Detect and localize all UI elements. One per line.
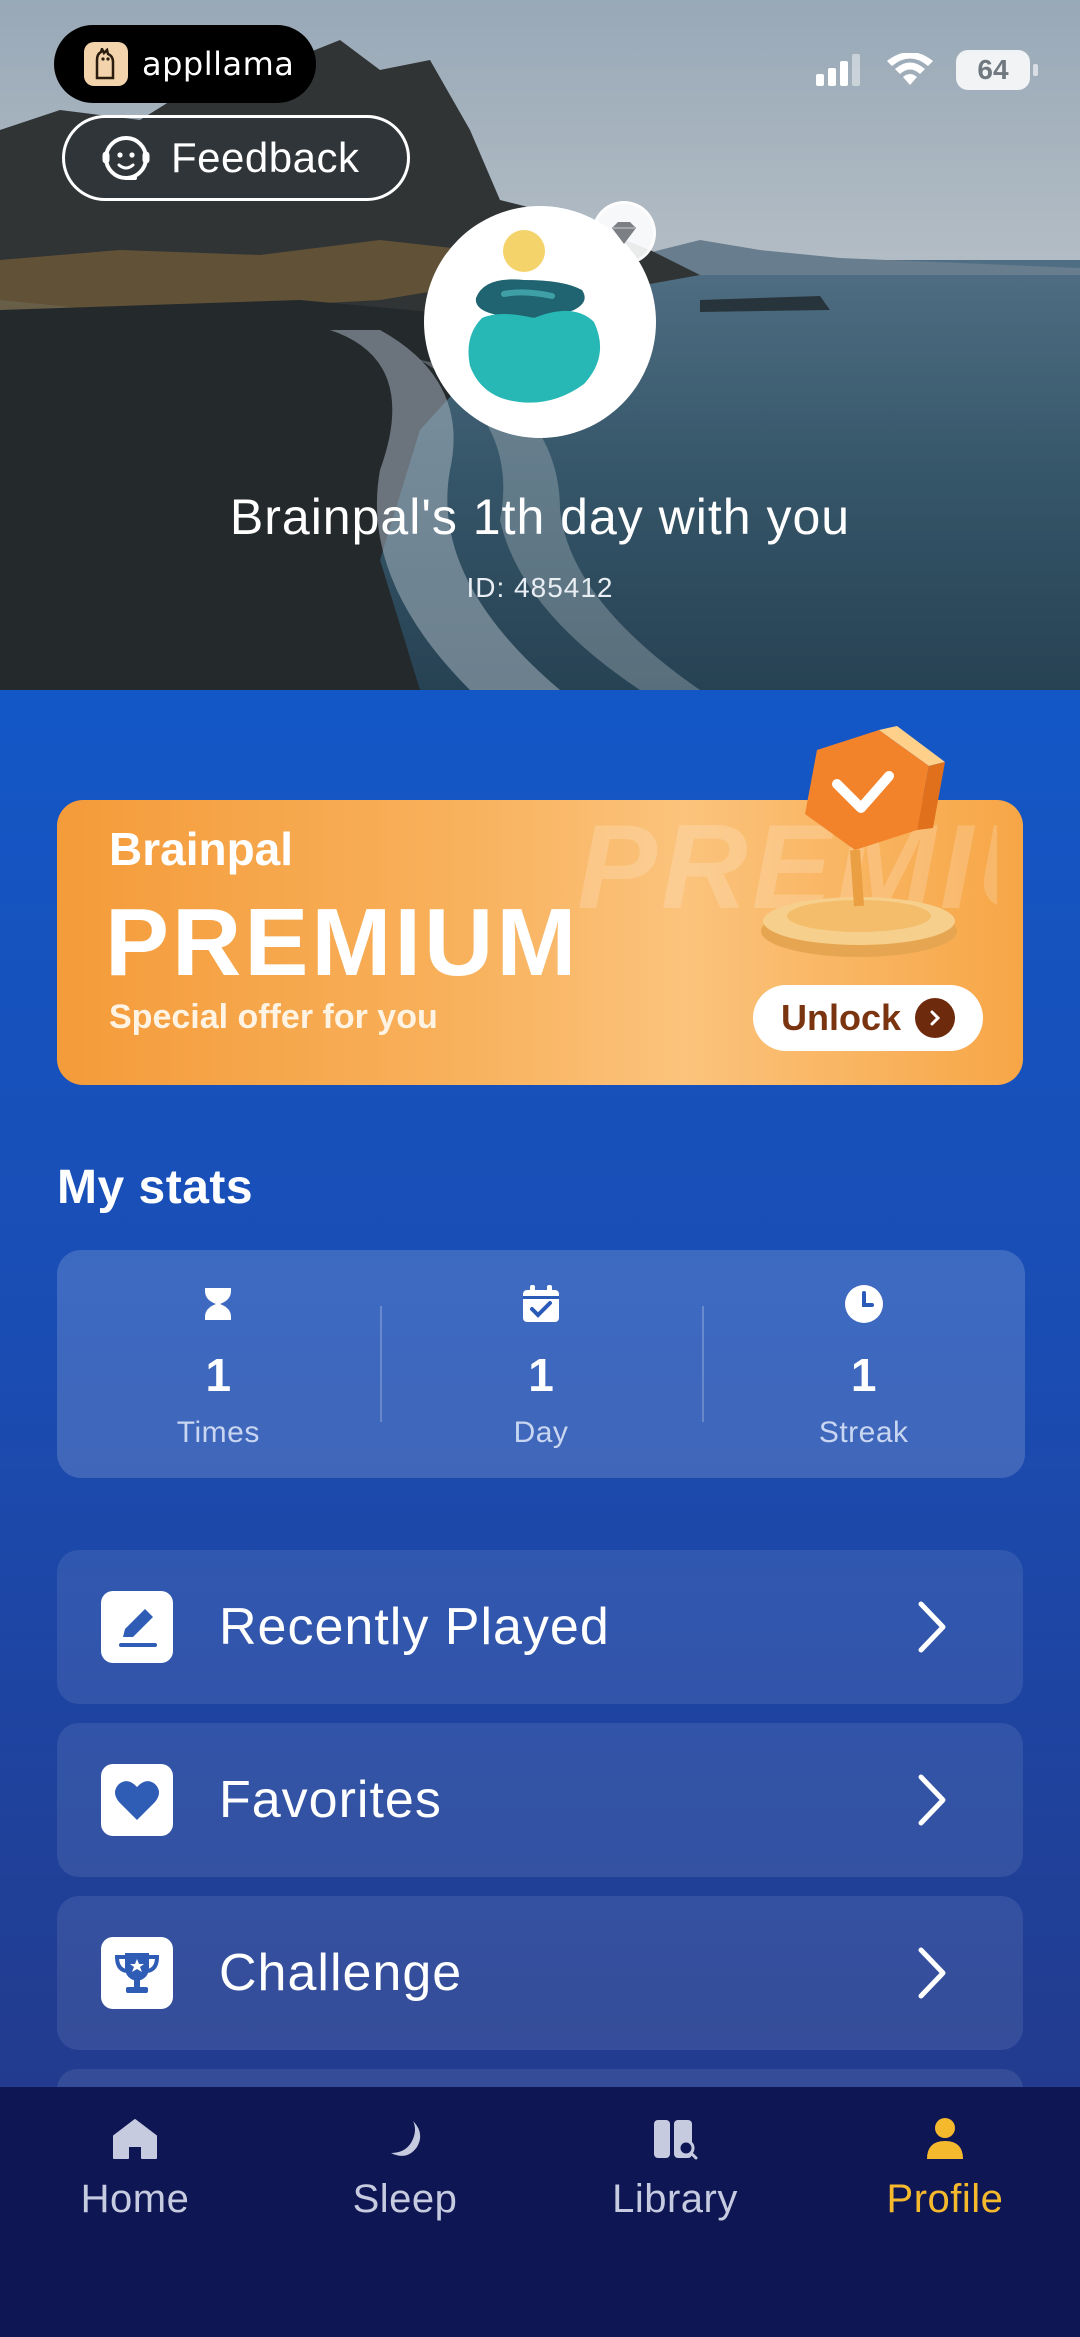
stat-label: Times [176, 1416, 260, 1449]
premium-brand: Brainpal [109, 823, 294, 875]
stat-label: Day [513, 1416, 569, 1449]
stat-streak: 1 Streak [702, 1250, 1025, 1478]
heart-icon [101, 1764, 173, 1836]
hourglass-icon [203, 1282, 233, 1326]
tab-profile[interactable]: Profile [810, 2087, 1080, 2337]
appllama-text: appllama [142, 45, 295, 83]
feedback-button[interactable]: Feedback [62, 115, 410, 201]
menu-item-label: Recently Played [219, 1598, 610, 1656]
status-bar: 64 [816, 50, 1038, 90]
tab-label: Sleep [352, 2177, 458, 2221]
tab-home[interactable]: Home [0, 2087, 270, 2337]
feedback-label: Feedback [171, 134, 360, 181]
unlock-label: Unlock [780, 997, 902, 1038]
menu-item-challenge[interactable]: Challenge [57, 1896, 1023, 2050]
profile-icon [925, 2113, 965, 2165]
battery-indicator: 64 [956, 50, 1038, 90]
premium-subtitle: Special offer for you [109, 998, 438, 1036]
stats-section-title: My stats [57, 1161, 254, 1214]
bottom-tab-bar: Home Sleep Library Profile [0, 2087, 1080, 2337]
home-icon [112, 2113, 158, 2165]
chevron-right-icon [918, 1601, 946, 1653]
premium-pedestal-icon [761, 726, 957, 957]
menu-item-recently-played[interactable]: Recently Played [57, 1550, 1023, 1704]
chevron-right-icon [918, 1774, 946, 1826]
stat-value: 1 [205, 1349, 232, 1401]
calendar-check-icon [521, 1282, 561, 1326]
signal-icon [816, 54, 860, 86]
stat-value: 1 [528, 1349, 554, 1401]
stat-label: Streak [818, 1416, 909, 1449]
tab-sleep[interactable]: Sleep [270, 2087, 540, 2337]
appllama-recording-badge: appllama [54, 25, 316, 103]
tab-library[interactable]: Library [540, 2087, 810, 2337]
menu-item-label: Favorites [219, 1771, 442, 1829]
chevron-right-icon [918, 1947, 946, 1999]
moon-icon [383, 2113, 427, 2165]
stat-value: 1 [850, 1349, 877, 1401]
headset-icon [102, 136, 150, 180]
llama-logo-icon [84, 42, 128, 86]
tab-label: Profile [886, 2177, 1004, 2221]
tab-label: Home [80, 2177, 190, 2221]
profile-header: appllama 64 Feedback Brainpal's 1th day … [0, 0, 1080, 690]
trophy-icon [101, 1937, 173, 2009]
page-title: Brainpal's 1th day with you [229, 489, 851, 545]
tab-label: Library [612, 2177, 738, 2221]
clock-icon [844, 1282, 884, 1326]
menu-item-label: Challenge [219, 1944, 463, 2002]
pencil-icon [101, 1591, 173, 1663]
unlock-button[interactable]: Unlock [753, 985, 983, 1051]
library-icon [652, 2113, 698, 2165]
stats-card: 1 Times 1 Day 1 Streak [57, 1250, 1025, 1478]
stat-day: 1 Day [379, 1250, 703, 1478]
chevron-right-icon [915, 998, 956, 1038]
premium-banner[interactable]: PREMIUM Brainpal PREMIUM Special offer f… [57, 726, 1023, 1085]
wifi-icon [887, 53, 933, 85]
diamond-badge-icon[interactable] [592, 201, 656, 265]
user-id: ID: 485412 [466, 572, 614, 603]
stat-times: 1 Times [57, 1250, 380, 1478]
menu-item-favorites[interactable]: Favorites [57, 1723, 1023, 1877]
premium-title: PREMIUM [105, 889, 580, 996]
